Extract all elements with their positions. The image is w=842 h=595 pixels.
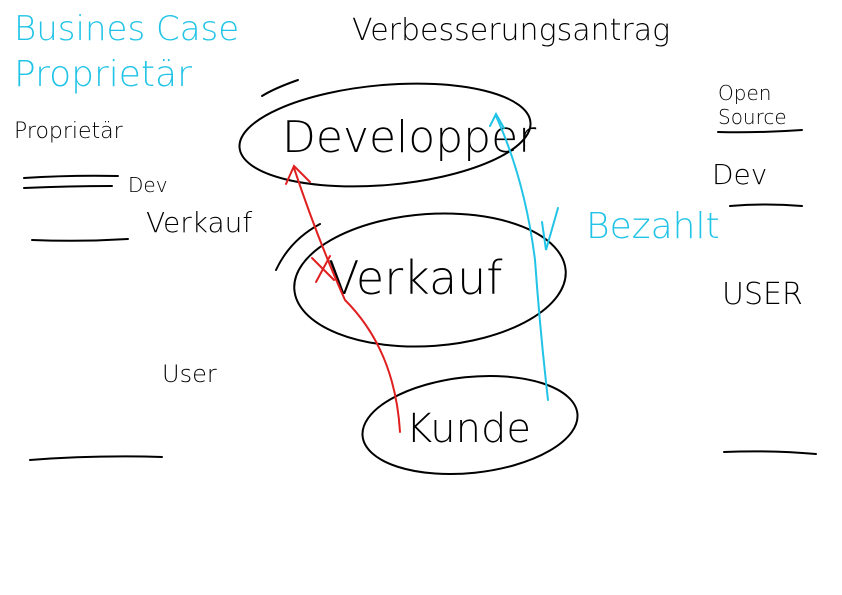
bezahlt-label: Bezahlt — [586, 206, 720, 247]
right-user-blank-line — [723, 450, 817, 455]
whiteboard-canvas: Busines Case Proprietär Verbesserungsant… — [14, 9, 817, 476]
left-verkauf-blank-line — [31, 238, 129, 242]
left-user-blank-line — [29, 455, 163, 461]
kunde-node-label: Kunde — [406, 406, 531, 452]
title-proprietaer: Proprietär — [14, 54, 192, 95]
right-dev-label: Dev — [712, 158, 767, 191]
left-dev-label: Dev — [128, 173, 168, 197]
title-verbesserungsantrag: Verbesserungsantrag — [352, 13, 670, 48]
verkauf-ellipse-overstroke — [275, 223, 321, 271]
right-heading-open: Open — [718, 81, 771, 105]
left-user-label: User — [162, 360, 217, 388]
verkauf-node-label: Verkauf — [328, 251, 503, 305]
right-user-label: USER — [722, 277, 803, 312]
right-dev-blank-line — [729, 203, 803, 207]
developer-ellipse-overstroke — [261, 79, 299, 97]
left-heading-proprietaer: Proprietär — [14, 119, 124, 144]
title-business-case: Busines Case — [14, 9, 239, 49]
right-heading-source: Source — [718, 105, 787, 129]
right-heading-underline — [717, 129, 803, 134]
left-dev-blank-line-2 — [23, 185, 113, 189]
left-dev-blank-line-1 — [23, 174, 119, 179]
left-verkauf-label: Verkauf — [146, 206, 252, 239]
